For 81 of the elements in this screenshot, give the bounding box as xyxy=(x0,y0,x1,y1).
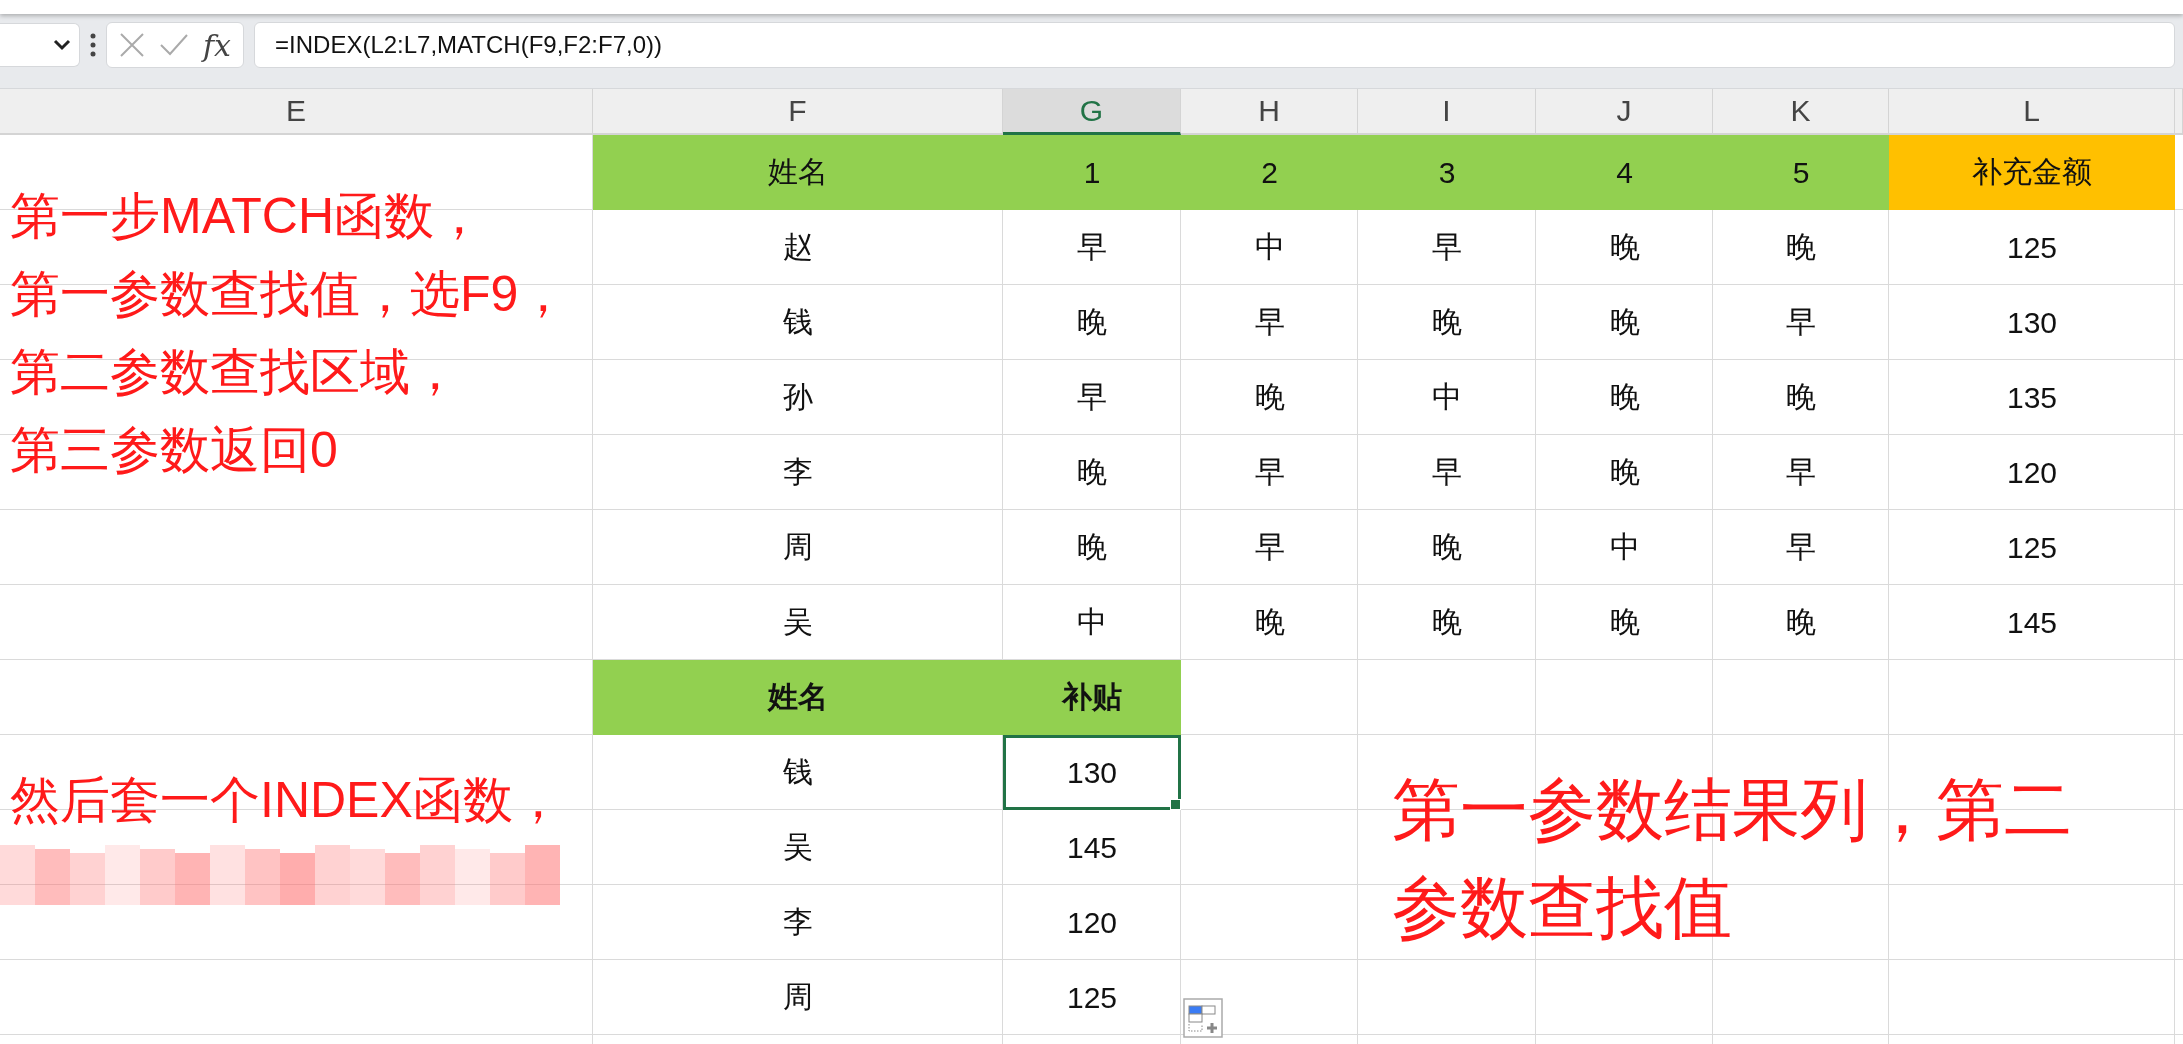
dropdown-icon[interactable] xyxy=(53,39,71,51)
table-cell-text: 晚 xyxy=(1785,379,1817,415)
table-cell-text: 晚 xyxy=(1431,529,1463,565)
table-cell-text: 周 xyxy=(782,529,814,565)
cancel-icon[interactable] xyxy=(119,32,145,58)
table-cell-text: 吴 xyxy=(782,604,814,640)
table-cell-text: 晚 xyxy=(1431,304,1463,340)
table-cell-text: 早 xyxy=(1253,454,1286,490)
check-icon[interactable] xyxy=(159,33,189,57)
annotation-text: 第一步MATCH函数， xyxy=(10,187,485,246)
table-cell[interactable]: 130 xyxy=(1003,735,1181,810)
table-cell-text: 晚 xyxy=(1785,229,1817,265)
table-cell-text: 周 xyxy=(782,979,814,1015)
table-cell-text: 晚 xyxy=(1608,454,1641,490)
table-cell-text: 早 xyxy=(1431,229,1463,265)
formula-field[interactable]: =INDEX(L2:L7,MATCH(F9,F2:F7,0)) xyxy=(254,22,2175,68)
more-icon[interactable] xyxy=(90,33,96,57)
table-cell-text: 晚 xyxy=(1608,229,1641,265)
header-cell: 补贴 xyxy=(1003,660,1181,735)
function-button[interactable]: fx xyxy=(203,27,232,63)
table-cell-text: 145 xyxy=(2005,604,2059,641)
annotation-text: 第二参数查找区域， xyxy=(10,343,460,402)
table-cell-text: 早 xyxy=(1253,304,1286,340)
table-cell-text: 晚 xyxy=(1608,379,1641,415)
table-cell[interactable]: 125 xyxy=(1003,960,1181,1035)
table-cell-text: 钱 xyxy=(782,304,814,340)
table-cell-text: 李 xyxy=(782,454,814,490)
table-cell-text: 中 xyxy=(1253,229,1286,265)
header-cell: 4 xyxy=(1536,135,1713,210)
annotation-text: 第三参数返回0 xyxy=(10,421,338,480)
table-cell-text: 吴 xyxy=(782,829,814,865)
header-cell: 2 xyxy=(1181,135,1358,210)
annotation-text: 第一参数查找值，选F9， xyxy=(10,265,569,324)
column-header[interactable]: I xyxy=(1358,89,1536,135)
paste-options-icon[interactable] xyxy=(1183,998,1223,1038)
table-cell-text: 中 xyxy=(1608,529,1641,565)
table-cell-text: 晚 xyxy=(1076,304,1108,340)
annotation-text: 参数查找值 xyxy=(1392,868,1732,947)
table-cell-text: 赵 xyxy=(782,229,814,265)
table-cell-text: 135 xyxy=(2005,379,2059,416)
header-cell: 姓名 xyxy=(593,135,1003,210)
table-cell[interactable]: 145 xyxy=(1003,810,1181,885)
table-cell-text: 早 xyxy=(1431,454,1463,490)
column-header[interactable]: E xyxy=(0,89,593,135)
table-cell-text: 125 xyxy=(2005,529,2059,566)
table-cell-text: 晚 xyxy=(1785,604,1817,640)
table-cell-text: 晚 xyxy=(1076,454,1108,490)
table-cell-text: 早 xyxy=(1076,379,1108,415)
annotation-text: 然后套一个INDEX函数， xyxy=(10,771,563,830)
column-header[interactable]: H xyxy=(1181,89,1358,135)
table-cell-text: 孙 xyxy=(782,379,814,415)
table-cell-text: 120 xyxy=(2005,454,2059,491)
table-cell-text: 晚 xyxy=(1253,379,1286,415)
table-cell-text: 晚 xyxy=(1608,304,1641,340)
header-cell: 3 xyxy=(1358,135,1536,210)
column-header[interactable]: K xyxy=(1713,89,1889,135)
table-cell-text: 晚 xyxy=(1608,604,1641,640)
table-cell-text: 早 xyxy=(1076,229,1108,265)
column-header[interactable]: F xyxy=(593,89,1003,135)
header-cell: 1 xyxy=(1003,135,1181,210)
header-cell: 5 xyxy=(1713,135,1889,210)
table-cell-text: 晚 xyxy=(1431,604,1463,640)
table-cell-text: 晚 xyxy=(1253,604,1286,640)
table-cell-text: 晚 xyxy=(1076,529,1108,565)
header-cell: 补充金额 xyxy=(1889,135,2175,210)
table-cell-text: 早 xyxy=(1253,529,1286,565)
annotation-text: 第一参数结果列，第二 xyxy=(1392,770,2072,849)
table-cell-text: 中 xyxy=(1431,379,1463,415)
table-cell-text: 130 xyxy=(2005,304,2059,341)
table-cell-text: 早 xyxy=(1785,529,1817,565)
table-cell-text: 钱 xyxy=(782,754,814,790)
table-cell-text: 早 xyxy=(1785,454,1817,490)
table-cell-text: 中 xyxy=(1076,604,1108,640)
header-cell: 姓名 xyxy=(593,660,1003,735)
column-header[interactable]: L xyxy=(1889,89,2175,135)
table-cell-text: 125 xyxy=(2005,229,2059,266)
table-cell[interactable]: 120 xyxy=(1003,885,1181,960)
column-header[interactable]: G xyxy=(1003,89,1181,135)
table-cell-text: 早 xyxy=(1785,304,1817,340)
column-header[interactable]: J xyxy=(1536,89,1713,135)
table-cell-text: 李 xyxy=(782,904,814,940)
